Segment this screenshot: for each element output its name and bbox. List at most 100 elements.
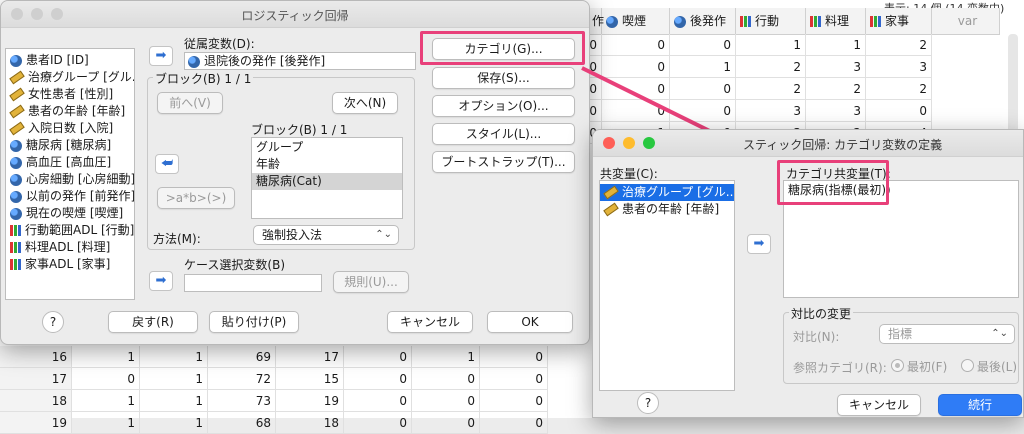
table-cell[interactable]: 0 — [670, 34, 736, 56]
list-item[interactable]: 糖尿病(Cat) — [252, 173, 402, 190]
table-cell[interactable]: 1 — [72, 346, 140, 368]
list-item[interactable]: 治療グループ [グル... — [6, 69, 134, 86]
paste-button[interactable]: 貼り付け(P) — [209, 311, 299, 333]
next-block-button[interactable]: 次へ(N) — [332, 92, 398, 114]
close-window-icon[interactable] — [603, 137, 615, 149]
table-cell[interactable]: 0 — [344, 368, 412, 390]
reset-button[interactable]: 戻す(R) — [108, 311, 198, 333]
table-cell[interactable]: 1 — [736, 34, 806, 56]
source-variable-list[interactable]: 患者ID [ID] 治療グループ [グル... 女性患者 [性別] 患者の年齢 [年齢… — [5, 48, 135, 300]
table-cell[interactable]: 17 — [276, 346, 344, 368]
block-covariate-list[interactable]: グループ 年齢 糖尿病(Cat) — [251, 137, 403, 219]
column-header-var[interactable]: var — [932, 8, 1000, 34]
table-cell[interactable]: 0 — [344, 390, 412, 412]
row-header[interactable]: 17 — [0, 368, 72, 390]
list-item[interactable]: 以前の発作 [前発作] — [6, 188, 134, 205]
list-item[interactable]: 家事ADL [家事] — [6, 256, 134, 273]
column-header-housework[interactable]: 家事 — [866, 8, 932, 34]
covariates-list[interactable]: 治療グループ [グル... 患者の年齢 [年齢] — [599, 180, 735, 391]
sheet-scrollbar[interactable] — [1008, 34, 1018, 134]
table-cell[interactable]: 69 — [208, 346, 276, 368]
style-button[interactable]: スタイル(L)... — [432, 123, 575, 145]
table-cell[interactable]: 15 — [276, 368, 344, 390]
table-cell[interactable]: 3 — [806, 56, 866, 78]
list-item[interactable]: 年齢 — [252, 156, 402, 173]
list-item[interactable]: 行動範囲ADL [行動] — [6, 222, 134, 239]
table-cell[interactable]: 1 — [140, 346, 208, 368]
table-cell[interactable]: 0 — [344, 346, 412, 368]
list-item[interactable]: 患者の年齢 [年齢] — [600, 201, 734, 218]
contrast-select[interactable]: 指標 ⌃⌄ — [879, 324, 1015, 344]
table-cell[interactable]: 1 — [72, 412, 140, 434]
table-cell[interactable]: 0 — [480, 346, 548, 368]
table-cell[interactable]: 2 — [866, 34, 932, 56]
table-cell[interactable]: 0 — [480, 368, 548, 390]
column-header-action[interactable]: 行動 — [736, 8, 806, 34]
list-item[interactable]: 糖尿病 [糖尿病] — [6, 137, 134, 154]
rule-button[interactable]: 規則(U)... — [333, 271, 409, 293]
table-cell[interactable]: 0 — [412, 368, 480, 390]
list-item[interactable]: 現在の喫煙 [喫煙] — [6, 205, 134, 222]
list-item[interactable]: 料理ADL [料理] — [6, 239, 134, 256]
table-cell[interactable]: 1 — [806, 34, 866, 56]
move-covariate-arrow-button[interactable]: ⮨ — [155, 154, 179, 174]
save-button[interactable]: 保存(S)... — [432, 67, 575, 89]
list-item[interactable]: 入院日数 [入院] — [6, 120, 134, 137]
table-cell[interactable]: 72 — [208, 368, 276, 390]
table-cell[interactable]: 18 — [276, 412, 344, 434]
list-item[interactable]: 治療グループ [グル... — [600, 184, 734, 201]
column-header-partial[interactable]: 作 — [588, 8, 604, 34]
table-cell[interactable]: 0 — [412, 412, 480, 434]
table-cell[interactable]: 0 — [588, 34, 602, 56]
help-button[interactable]: ? — [637, 392, 659, 414]
table-cell[interactable]: 0 — [412, 390, 480, 412]
case-select-field[interactable] — [184, 274, 322, 292]
table-cell[interactable]: 0 — [480, 412, 548, 434]
table-cell[interactable]: 1 — [140, 390, 208, 412]
column-header-smoking[interactable]: 喫煙 — [602, 8, 670, 34]
table-cell[interactable]: 1 — [140, 368, 208, 390]
bootstrap-button[interactable]: ブートストラップ(T)... — [432, 151, 575, 173]
options-button[interactable]: オプション(O)... — [432, 95, 575, 117]
move-categorical-arrow-button[interactable]: ➡ — [747, 234, 771, 254]
table-cell[interactable]: 1 — [140, 412, 208, 434]
column-header-later-attack[interactable]: 後発作 — [670, 8, 736, 34]
table-cell[interactable]: 0 — [602, 34, 670, 56]
ref-last-radio[interactable] — [961, 359, 974, 372]
method-select[interactable]: 強制投入法 ⌃⌄ — [253, 225, 399, 245]
table-cell[interactable]: 73 — [208, 390, 276, 412]
cancel-button[interactable]: キャンセル — [837, 394, 921, 416]
list-item[interactable]: グループ — [252, 139, 402, 156]
zoom-window-icon[interactable] — [643, 137, 655, 149]
continue-button[interactable]: 続行 — [938, 394, 1022, 416]
list-item[interactable]: 女性患者 [性別] — [6, 86, 134, 103]
help-button[interactable]: ? — [42, 311, 64, 333]
column-header-cooking[interactable]: 料理 — [806, 8, 866, 34]
prev-block-button[interactable]: 前へ(V) — [157, 92, 223, 114]
table-cell[interactable]: 68 — [208, 412, 276, 434]
table-cell[interactable]: 3 — [866, 56, 932, 78]
move-selection-arrow-button[interactable]: ➡ — [149, 271, 173, 291]
ref-first-radio[interactable] — [891, 359, 904, 372]
cancel-button[interactable]: キャンセル — [387, 311, 473, 333]
list-item[interactable]: 高血圧 [高血圧] — [6, 154, 134, 171]
table-cell[interactable]: 2 — [866, 78, 932, 100]
ok-button[interactable]: OK — [487, 311, 573, 333]
interaction-button[interactable]: >a*b>(>) — [157, 187, 235, 209]
list-item[interactable]: 心房細動 [心房細動] — [6, 171, 134, 188]
table-cell[interactable]: 19 — [276, 390, 344, 412]
list-item[interactable]: 患者の年齢 [年齢] — [6, 103, 134, 120]
table-cell[interactable]: 0 — [344, 412, 412, 434]
dependent-variable-field[interactable]: 退院後の発作 [後発作] — [184, 52, 416, 70]
table-cell[interactable]: 2 — [806, 78, 866, 100]
table-cell[interactable]: 3 — [806, 100, 866, 122]
list-item[interactable]: 患者ID [ID] — [6, 52, 134, 69]
table-cell[interactable]: 0 — [72, 368, 140, 390]
table-cell[interactable]: 1 — [412, 346, 480, 368]
table-cell[interactable]: 0 — [866, 100, 932, 122]
table-cell[interactable]: 0 — [480, 390, 548, 412]
row-header[interactable]: 19 — [0, 412, 72, 434]
move-dependent-arrow-button[interactable]: ➡ — [149, 46, 173, 66]
minimize-window-icon[interactable] — [623, 137, 635, 149]
table-cell[interactable]: 1 — [72, 390, 140, 412]
